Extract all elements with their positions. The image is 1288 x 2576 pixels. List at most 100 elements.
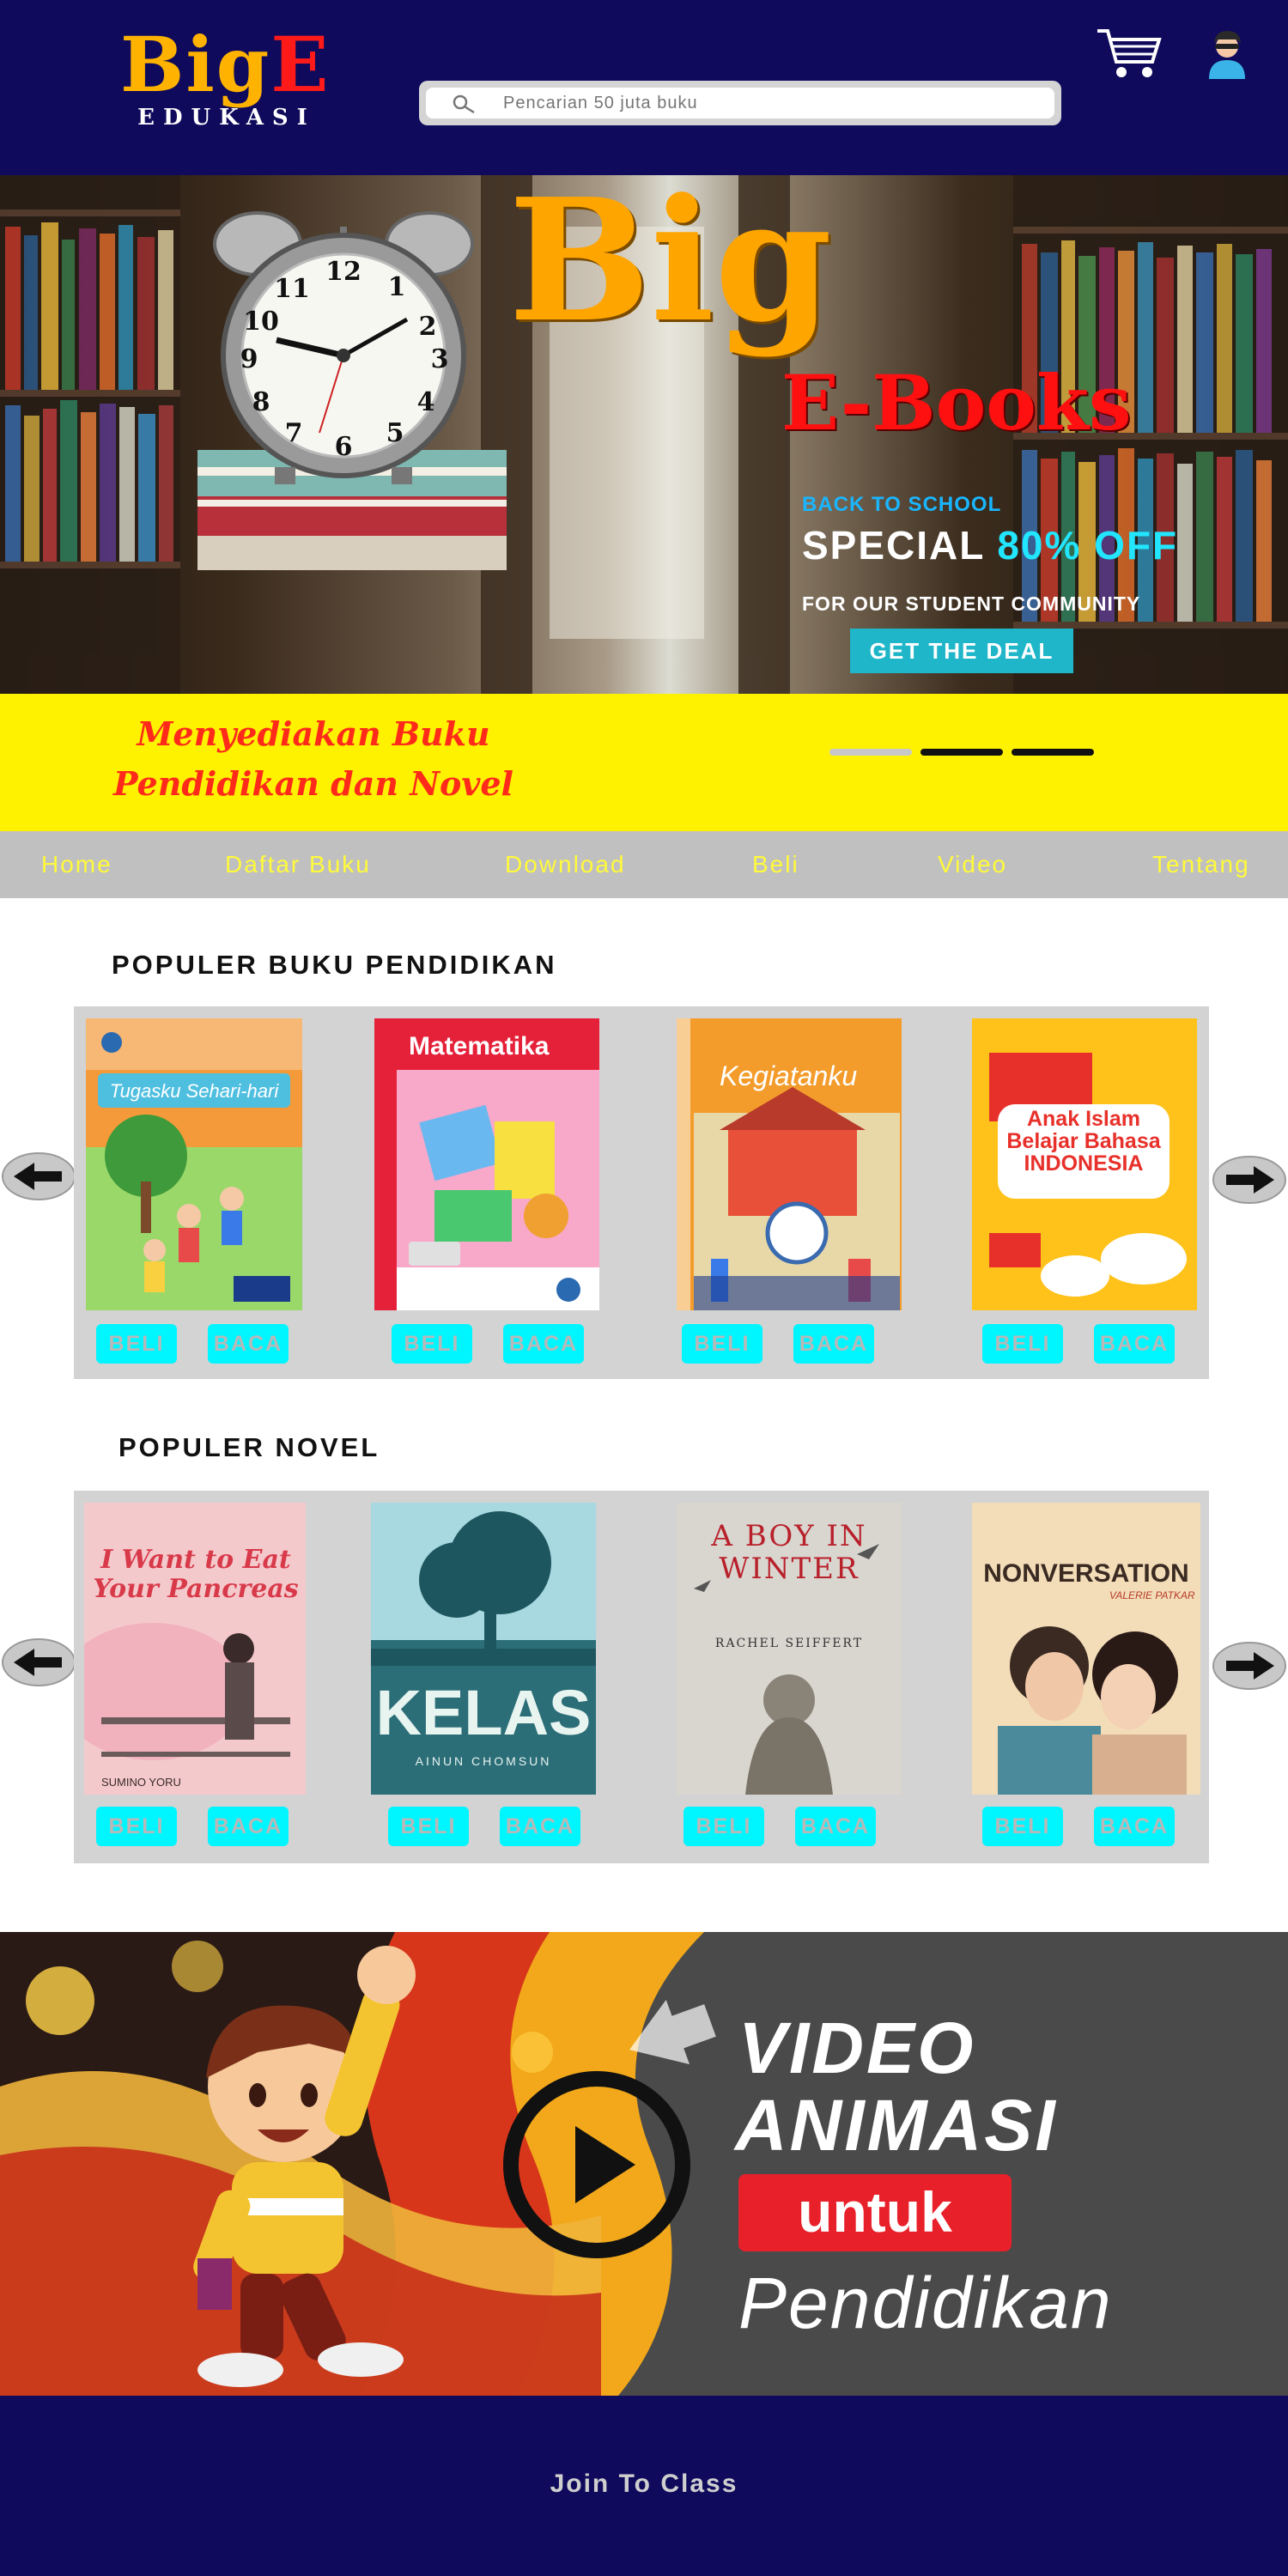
video-title-line-1: VIDEO [738,2008,976,2088]
arrow-right-icon[interactable] [1212,1642,1286,1690]
tagline-line-1: Menyediakan Buku [137,714,490,753]
search-input[interactable] [503,88,1018,118]
search-box [426,88,1054,118]
video-title-badge: untuk [738,2174,1012,2251]
slide-indicator-3[interactable] [1012,749,1094,756]
user-avatar-icon[interactable] [1202,27,1252,79]
search-icon[interactable] [452,94,476,114]
cover-title: KELAS [376,1677,592,1748]
svg-text:10: 10 [243,307,279,337]
book-cover[interactable]: Anak Islam Belajar Bahasa INDONESIA [972,1018,1197,1310]
cover-title: Tugasku Sehari-hari [110,1080,280,1102]
book-cover[interactable]: KELAS AINUN CHOMSUN [371,1503,596,1795]
book-cover[interactable]: Matematika [374,1018,599,1310]
svg-text:8: 8 [252,387,270,417]
cover-title: Kegiatanku [720,1060,857,1091]
logo-wordmark: BigE [120,26,330,103]
book-cover[interactable]: I Want to Eat Your Pancreas SUMINO YORU [84,1503,306,1795]
svg-text:11: 11 [274,274,310,304]
video-title-line-2: ANIMASI [735,2085,1058,2166]
book-cover[interactable]: A BOY IN WINTER RACHEL SEIFFERT [677,1503,902,1795]
section-title-pendidikan: POPULER BUKU PENDIDIKAN [112,950,557,980]
svg-text:3: 3 [431,344,449,374]
buy-button[interactable]: BELI [392,1324,472,1364]
logo[interactable]: BigE EDUKASI [120,26,335,131]
hero-kicker: BACK TO SCHOOL [802,493,1002,516]
book-cover[interactable]: Tugasku Sehari-hari [86,1018,302,1310]
nav-download[interactable]: Download [505,831,626,898]
slider-indicators [829,749,1103,756]
buy-button[interactable]: BELI [982,1807,1063,1846]
hero-special-offer: SPECIAL 80% OFF [802,522,1178,568]
buy-button[interactable]: BELI [388,1807,469,1846]
hero-banner: 12 1 2 3 4567 8 9 10 11 Big E-Books BACK TO SC… [0,175,1288,694]
svg-text:7: 7 [285,418,303,448]
buy-button[interactable]: BELI [682,1324,762,1364]
video-animasi-banner[interactable]: VIDEO ANIMASI untuk Pendidikan [0,1932,1288,2396]
tagline-line-2: Pendidikan dan Novel [112,764,513,803]
tagline: Menyediakan Buku Pendidikan dan Novel [103,709,524,809]
read-button[interactable]: BACA [500,1807,580,1846]
nav-tentang[interactable]: Tentang [1152,831,1250,898]
slide-indicator-2[interactable] [920,749,1003,756]
read-button[interactable]: BACA [1094,1324,1175,1364]
alarm-clock-image: 12123 4567 891011 [197,211,507,570]
logo-e-text: E [270,20,331,109]
book-carousel-pendidikan: Tugasku Sehari-hari BELI BACA Matematika… [74,1006,1209,1379]
special-label: SPECIAL [802,523,985,568]
svg-text:5: 5 [386,418,404,448]
arrow-left-icon[interactable] [2,1152,76,1200]
cover-title: Matematika [409,1032,550,1060]
nav-daftar-buku[interactable]: Daftar Buku [225,831,371,898]
nav-video[interactable]: Video [938,831,1007,898]
nav-beli[interactable]: Beli [752,831,799,898]
hero-community-text: FOR OUR STUDENT COMMUNITY [802,592,1141,615]
svg-text:1: 1 [388,272,406,302]
cover-author: VALERIE PATKAR [1109,1589,1195,1601]
svg-text:12: 12 [325,257,361,287]
header: BigE EDUKASI [0,0,1288,175]
logo-subtitle: EDUKASI [137,105,316,131]
page: BigE EDUKASI Pencarian 50 juta buku 12 1… [0,0,1288,2576]
footer: Join To Class [0,2396,1288,2576]
nav-home[interactable]: Home [41,831,112,898]
video-title-line-4: Pendidikan [738,2263,1113,2343]
book-cover[interactable]: Kegiatanku [677,1018,902,1310]
tagline-banner: Menyediakan Buku Pendidikan dan Novel [0,694,1288,831]
read-button[interactable]: BACA [503,1324,584,1364]
buy-button[interactable]: BELI [982,1324,1063,1364]
hero-subtitle: E-Books [781,358,1132,447]
cover-author: SUMINO YORU [101,1776,181,1789]
arrow-left-icon[interactable] [2,1638,76,1686]
discount-label: 80% OFF [997,523,1179,568]
book-carousel-novel: I Want to Eat Your Pancreas SUMINO YORU … [74,1491,1209,1863]
buy-button[interactable]: BELI [683,1807,764,1846]
section-title-novel: POPULER NOVEL [118,1432,380,1462]
read-button[interactable]: BACA [795,1807,876,1846]
book-cover[interactable]: NONVERSATION VALERIE PATKAR [972,1503,1200,1795]
read-button[interactable]: BACA [208,1807,289,1846]
cover-title: NONVERSATION [983,1559,1188,1588]
cover-author: RACHEL SEIFFERT [715,1637,863,1650]
svg-text:2: 2 [419,312,437,342]
cart-icon[interactable] [1096,26,1164,81]
play-icon[interactable] [498,2066,696,2263]
join-class-link[interactable]: Join To Class [0,2470,1288,2499]
svg-text:6: 6 [335,432,353,462]
read-button[interactable]: BACA [1094,1807,1175,1846]
cover-title: Anak Islam Belajar Bahasa INDONESIA [1006,1108,1161,1176]
cover-author: AINUN CHOMSUN [416,1754,552,1768]
hero-title: Big [508,175,833,360]
read-button[interactable]: BACA [793,1324,874,1364]
slide-indicator-1[interactable] [829,749,912,756]
buy-button[interactable]: BELI [96,1807,177,1846]
main-nav: Home Daftar Buku Download Beli Video Ten… [0,831,1288,898]
get-deal-button[interactable]: GET THE DEAL [850,629,1073,673]
cover-title: I Want to Eat Your Pancreas [93,1546,299,1604]
read-button[interactable]: BACA [208,1324,289,1364]
buy-button[interactable]: BELI [96,1324,177,1364]
svg-text:9: 9 [240,344,258,374]
arrow-right-icon[interactable] [1212,1156,1286,1204]
search-bar [419,81,1061,125]
logo-big-text: Big [120,20,271,109]
